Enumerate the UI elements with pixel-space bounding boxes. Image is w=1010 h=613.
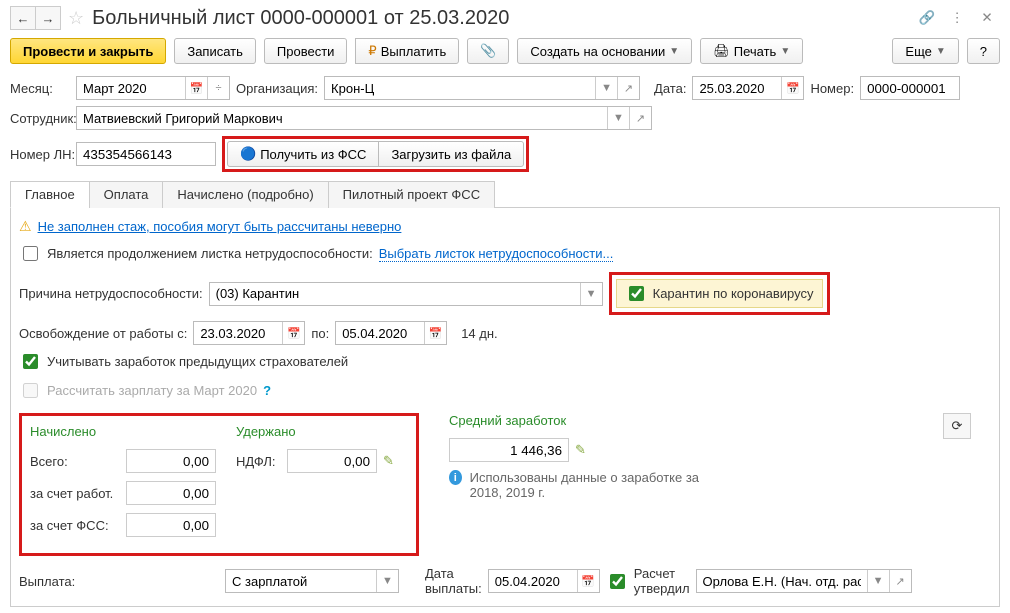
calendar-icon[interactable]: 📅	[185, 77, 207, 99]
dropdown-icon[interactable]: ▼	[580, 283, 602, 305]
payout-label: Выплата:	[19, 574, 79, 589]
warning-link[interactable]: Не заполнен стаж, пособия могут быть рас…	[38, 219, 402, 234]
org-input[interactable]: ▼ ↗	[324, 76, 640, 100]
continuation-checkbox[interactable]	[23, 246, 38, 261]
pencil-icon[interactable]: ✎	[575, 442, 586, 458]
number-input[interactable]	[860, 76, 960, 100]
reason-input[interactable]: ▼	[209, 282, 603, 306]
date-label: Дата:	[654, 81, 686, 96]
print-button[interactable]: 🖨 Печать▼	[700, 38, 803, 64]
employer-label: за счет работ.	[30, 486, 120, 501]
tab-main[interactable]: Главное	[10, 181, 90, 208]
month-label: Месяц:	[10, 81, 70, 96]
fss-label: за счет ФСС:	[30, 518, 120, 533]
payout-date-input[interactable]: 📅	[488, 569, 600, 593]
info-text: Использованы данные о заработке за 2018,…	[470, 470, 729, 500]
approver-input[interactable]: ▼ ↗	[696, 569, 912, 593]
warning-icon: ⚠	[19, 218, 32, 235]
days-text: 14 дн.	[461, 326, 497, 341]
payout-date-label: Датавыплаты:	[425, 566, 482, 596]
avg-title: Средний заработок	[449, 413, 729, 428]
dropdown-icon[interactable]: ▼	[867, 570, 889, 592]
highlight-fss-buttons: 🔵 Получить из ФСС Загрузить из файла	[222, 136, 529, 172]
nav-forward-button[interactable]: →	[35, 6, 61, 30]
withheld-title: Удержано	[236, 424, 394, 439]
dropdown-icon[interactable]: ▼	[607, 107, 629, 129]
page-title: Больничный лист 0000-000001 от 25.03.202…	[92, 7, 914, 30]
employee-input[interactable]: ▼ ↗	[76, 106, 652, 130]
tab-accrued[interactable]: Начислено (подробно)	[162, 181, 328, 208]
corona-label: Карантин по коронавирусу	[653, 286, 814, 301]
recalc-label: Рассчитать зарплату за Март 2020	[47, 383, 257, 398]
info-icon: i	[449, 470, 462, 485]
create-based-button[interactable]: Создать на основании▼	[517, 38, 692, 64]
nav-back-button[interactable]: ←	[10, 6, 36, 30]
total-input[interactable]	[126, 449, 216, 473]
date-to-input[interactable]: 📅	[335, 321, 447, 345]
fss-input[interactable]	[126, 513, 216, 537]
ndfl-input[interactable]	[287, 449, 377, 473]
calendar-icon[interactable]: 📅	[781, 77, 803, 99]
ndfl-label: НДФЛ:	[236, 454, 281, 469]
org-label: Организация:	[236, 81, 318, 96]
date-from-input[interactable]: 📅	[193, 321, 305, 345]
recalc-checkbox	[23, 383, 38, 398]
close-icon[interactable]: ✕	[974, 6, 1000, 30]
link-icon[interactable]: 🔗	[914, 6, 940, 30]
calendar-icon[interactable]: 📅	[282, 322, 304, 344]
open-icon[interactable]: ↗	[889, 570, 911, 592]
tab-payment[interactable]: Оплата	[89, 181, 164, 208]
tab-pilot[interactable]: Пилотный проект ФСС	[328, 181, 495, 208]
ln-label: Номер ЛН:	[10, 147, 70, 162]
select-sheet-link[interactable]: Выбрать листок нетрудоспособности...	[379, 246, 614, 262]
dropdown-icon[interactable]: ▼	[595, 77, 617, 99]
open-icon[interactable]: ↗	[629, 107, 651, 129]
kebab-icon[interactable]: ⋮	[944, 6, 970, 30]
number-label: Номер:	[810, 81, 854, 96]
star-icon[interactable]: ☆	[68, 8, 84, 29]
submit-close-button[interactable]: Провести и закрыть	[10, 38, 166, 64]
pay-button[interactable]: ₽Выплатить	[355, 38, 459, 64]
highlight-corona: Карантин по коронавирусу	[609, 272, 830, 315]
more-button[interactable]: Еще▼	[892, 38, 958, 64]
prev-insurers-label: Учитывать заработок предыдущих страховат…	[47, 354, 348, 369]
accrued-title: Начислено	[30, 424, 216, 439]
total-label: Всего:	[30, 454, 120, 469]
absence-label: Освобождение от работы с:	[19, 326, 187, 341]
load-file-button[interactable]: Загрузить из файла	[378, 141, 524, 167]
help-icon[interactable]: ?	[263, 383, 271, 398]
refresh-button[interactable]: ⟳	[943, 413, 971, 439]
stepper-icon[interactable]: ÷	[207, 77, 229, 99]
month-input[interactable]: 📅 ÷	[76, 76, 230, 100]
approved-checkbox[interactable]	[610, 574, 625, 589]
avg-input[interactable]	[449, 438, 569, 462]
get-fss-button[interactable]: 🔵 Получить из ФСС	[227, 141, 379, 167]
payout-input[interactable]: ▼	[225, 569, 399, 593]
submit-button[interactable]: Провести	[264, 38, 348, 64]
employee-label: Сотрудник:	[10, 111, 70, 126]
prev-insurers-checkbox[interactable]	[23, 354, 38, 369]
calendar-icon[interactable]: 📅	[577, 570, 599, 592]
help-button[interactable]: ?	[967, 38, 1000, 64]
date-input[interactable]: 📅	[692, 76, 804, 100]
attach-button[interactable]: 📎	[467, 38, 509, 64]
calendar-icon[interactable]: 📅	[424, 322, 446, 344]
employer-input[interactable]	[126, 481, 216, 505]
pencil-icon[interactable]: ✎	[383, 453, 394, 469]
ln-input[interactable]	[76, 142, 216, 166]
reason-label: Причина нетрудоспособности:	[19, 286, 203, 301]
corona-checkbox[interactable]	[629, 286, 644, 301]
dropdown-icon[interactable]: ▼	[376, 570, 398, 592]
approved-label: Расчетутвердил	[634, 566, 690, 596]
highlight-calc: Начислено Всего: за счет работ. за счет …	[19, 413, 419, 556]
save-button[interactable]: Записать	[174, 38, 256, 64]
to-label: по:	[311, 326, 329, 341]
continuation-label: Является продолжением листка нетрудоспос…	[47, 246, 373, 261]
open-icon[interactable]: ↗	[617, 77, 639, 99]
